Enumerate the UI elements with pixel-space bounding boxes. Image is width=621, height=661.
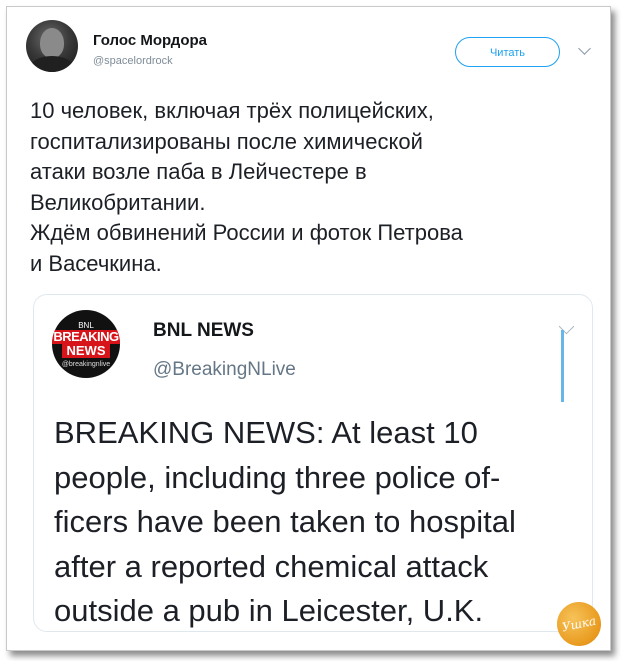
follow-button[interactable]: Читать: [455, 37, 560, 67]
quoted-avatar-news: NEWS: [62, 344, 110, 358]
quoted-avatar[interactable]: BNL BREAKING NEWS @breakingnlive: [52, 310, 120, 378]
quoted-text: BREAKING NEWS: At least 10 people, inclu…: [54, 411, 584, 631]
user-handle[interactable]: @spacelordrock: [93, 55, 173, 67]
tweet-text-line: Ждём обвинений России и фоток Петрова: [30, 220, 463, 245]
quoted-text-line: people, including three police of-: [54, 459, 501, 495]
quoted-tweet[interactable]: BNL BREAKING NEWS @breakingnlive BNL NEW…: [33, 294, 593, 632]
avatar-face: [40, 28, 64, 58]
tweet-text-line: и Васечкина.: [30, 250, 162, 276]
quoted-avatar-handle: @breakingnlive: [61, 361, 111, 368]
quoted-user-handle[interactable]: @BreakingNLive: [153, 359, 296, 381]
quoted-avatar-breaking: BREAKING: [52, 330, 120, 344]
quoted-text-line: BREAKING NEWS: At least 10: [54, 415, 478, 450]
avatar[interactable]: [26, 20, 78, 72]
scrollbar[interactable]: [561, 330, 564, 402]
quoted-text-line: after a reported chemical attack: [54, 548, 489, 584]
quoted-user-name[interactable]: BNL NEWS: [153, 320, 254, 342]
user-name[interactable]: Голос Мордора: [93, 32, 207, 49]
tweet-text-line: атаки возле паба в Лейчестере в: [30, 159, 367, 184]
tweet-text-line: Великобритании.: [30, 189, 206, 215]
tweet-text: 10 человек, включая трёх полицейских, го…: [30, 96, 590, 279]
tweet-text-line: 10 человек, включая трёх полицейских,: [30, 98, 434, 123]
tweet-text-line: госпитализированы после химической: [30, 128, 423, 154]
quoted-text-line: ficers have been taken to hospital: [54, 504, 516, 539]
avatar-shoulders: [30, 56, 74, 72]
quoted-text-line: outside a pub in Leicester, U.K.: [54, 593, 484, 628]
